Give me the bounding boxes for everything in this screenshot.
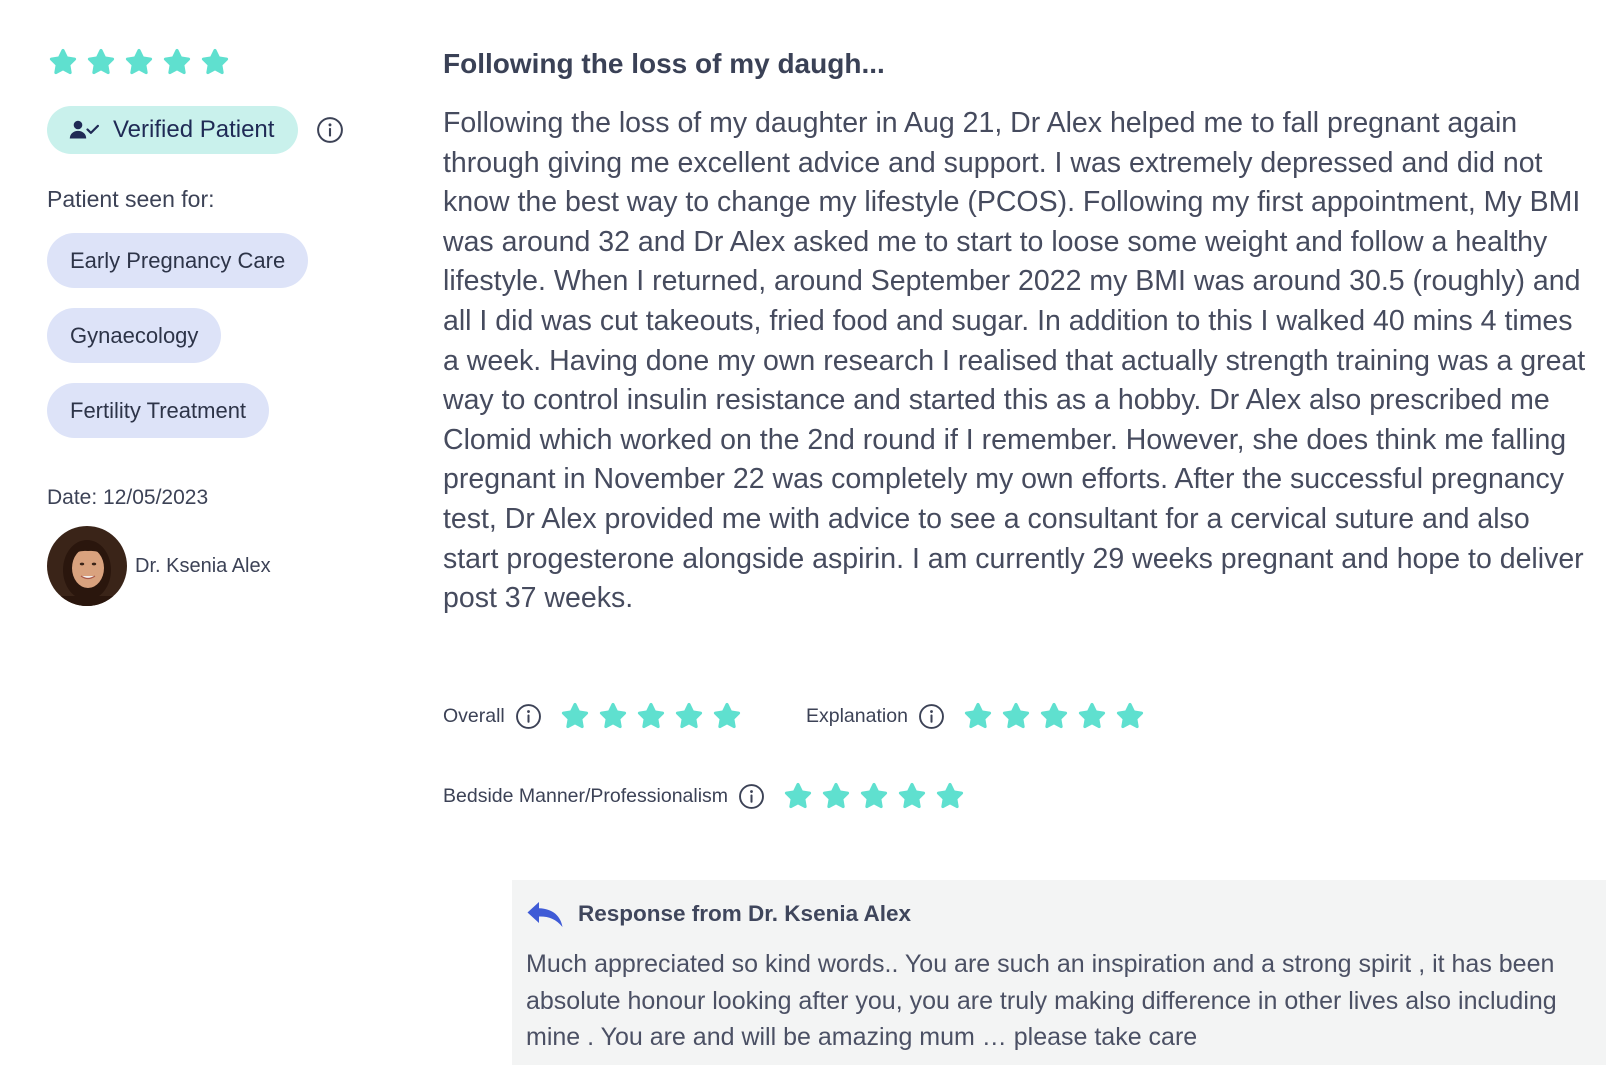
star-icon (199, 46, 231, 78)
verified-patient-badge: Verified Patient (47, 106, 299, 154)
doctor-name[interactable]: Dr. Ksenia Alex (135, 555, 271, 578)
treatment-tag[interactable]: Gynaecology (47, 308, 222, 363)
review-meta: Verified Patient Patient seen for: Early… (47, 46, 377, 606)
response-title: Response from Dr. Ksenia Alex (578, 901, 912, 926)
review-title: Following the loss of my daugh... (443, 48, 885, 79)
rating-bedside-manner: Bedside Manner/Professionalism (443, 780, 966, 812)
star-icon (782, 780, 814, 812)
star-icon (1038, 700, 1070, 732)
treatment-tags: Early Pregnancy Care Gynaecology Fertili… (47, 233, 377, 438)
doctor-response: Response from Dr. Ksenia Alex Much appre… (512, 880, 1606, 1065)
star-icon (1114, 700, 1146, 732)
star-icon (47, 46, 79, 78)
rating-label: Overall (443, 704, 505, 727)
info-icon[interactable] (515, 703, 542, 730)
rating-label: Bedside Manner/Professionalism (443, 784, 729, 807)
star-icon (161, 46, 193, 78)
response-text: Much appreciated so kind words.. You are… (526, 950, 1557, 1051)
category-ratings: Overall Explanation Bedside Manner/Profe… (443, 700, 1593, 820)
user-check-icon (69, 120, 99, 139)
star-icon (673, 700, 705, 732)
star-icon (820, 780, 852, 812)
star-icon (858, 780, 890, 812)
review-rating-stars (47, 46, 377, 78)
reply-arrow-icon (526, 899, 564, 929)
star-icon (85, 46, 117, 78)
patient-seen-for-label: Patient seen for: (47, 186, 215, 212)
rating-label: Explanation (806, 704, 908, 727)
review-body: Following the loss of my daughter in Aug… (443, 107, 1586, 615)
review-content: Following the loss of my daugh... Follow… (443, 48, 1593, 619)
rating-overall: Overall (443, 700, 743, 732)
verified-label: Verified Patient (113, 116, 275, 143)
star-icon (896, 780, 928, 812)
rating-stars (559, 700, 743, 732)
info-icon[interactable] (316, 116, 344, 144)
star-icon (934, 780, 966, 812)
star-icon (1076, 700, 1108, 732)
verified-row: Verified Patient (47, 106, 377, 154)
rating-stars (962, 700, 1146, 732)
rating-explanation: Explanation (806, 700, 1146, 732)
info-icon[interactable] (918, 703, 945, 730)
star-icon (597, 700, 629, 732)
review-date: Date: 12/05/2023 (47, 486, 209, 509)
star-icon (123, 46, 155, 78)
response-header: Response from Dr. Ksenia Alex (526, 894, 1592, 934)
star-icon (635, 700, 667, 732)
star-icon (1000, 700, 1032, 732)
star-icon (559, 700, 591, 732)
star-icon (711, 700, 743, 732)
treatment-tag[interactable]: Fertility Treatment (47, 383, 270, 438)
treatment-tag[interactable]: Early Pregnancy Care (47, 233, 309, 288)
doctor-info[interactable]: Dr. Ksenia Alex (47, 526, 377, 606)
info-icon[interactable] (738, 783, 765, 810)
avatar[interactable] (47, 526, 127, 606)
star-icon (962, 700, 994, 732)
rating-stars (782, 780, 966, 812)
